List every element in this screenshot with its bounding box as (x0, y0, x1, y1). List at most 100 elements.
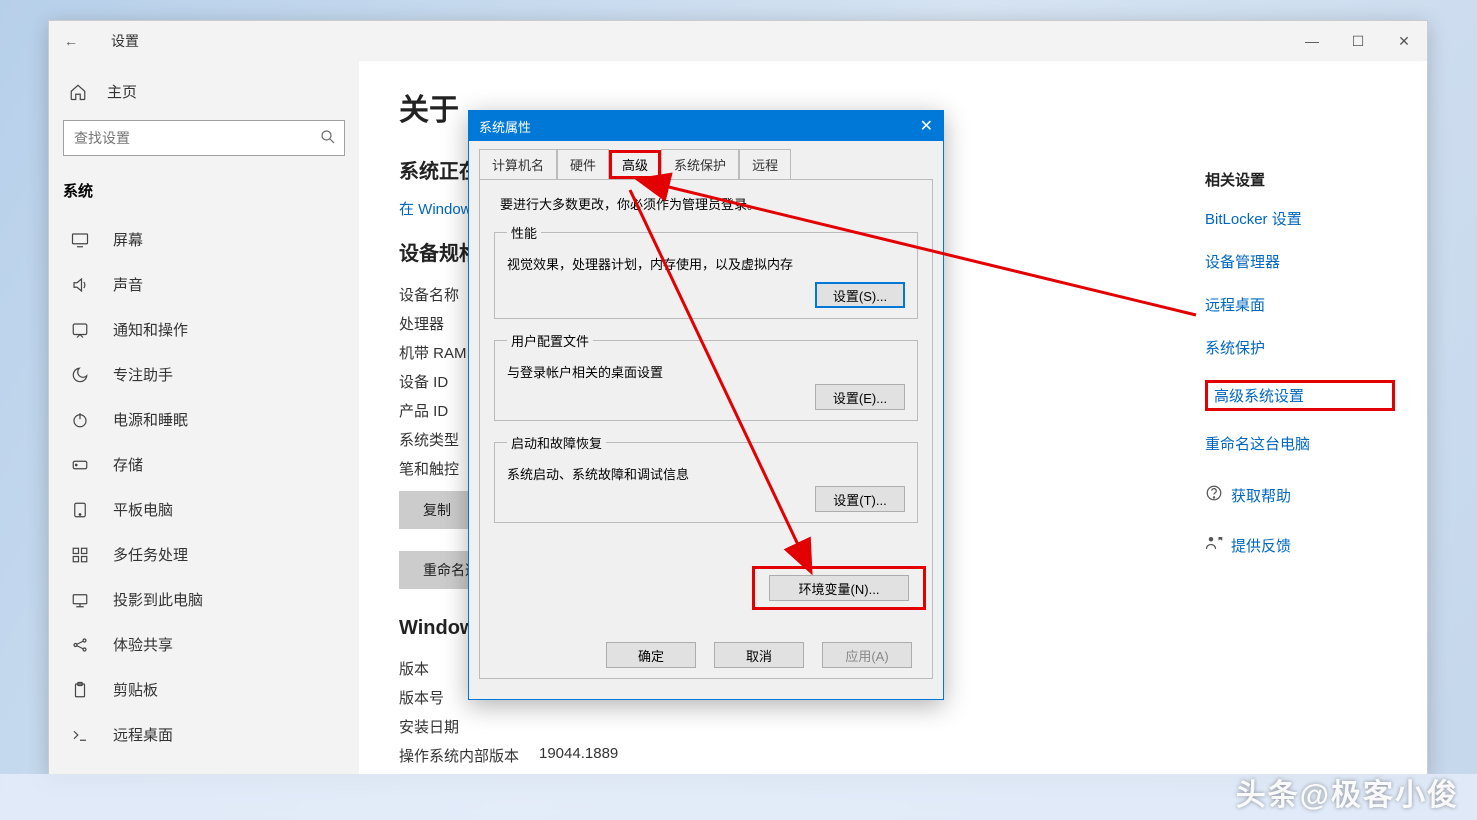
sidebar-item-label: 剪贴板 (113, 679, 158, 700)
related-action-label: 提供反馈 (1231, 535, 1291, 556)
related-link-4[interactable]: 高级系统设置 (1205, 380, 1395, 411)
sidebar-item-label: 屏幕 (113, 229, 143, 250)
dialog-title: 系统属性 (479, 117, 531, 136)
feedback-icon (1205, 534, 1231, 556)
env-vars-highlight: 环境变量(N)... (752, 566, 926, 610)
close-button[interactable]: ✕ (1381, 21, 1427, 61)
maximize-button[interactable]: ☐ (1335, 21, 1381, 61)
help-icon (1205, 484, 1231, 506)
watermark: 头条@极客小俊 (1236, 770, 1459, 814)
dialog-titlebar: 系统属性 ✕ (469, 111, 943, 141)
sidebar-item-6[interactable]: 平板电脑 (49, 487, 359, 532)
related-settings: 相关设置 BitLocker 设置设备管理器远程桌面系统保护高级系统设置重命名这… (1205, 169, 1395, 556)
remote-icon (69, 725, 91, 745)
sidebar-item-5[interactable]: 存储 (49, 442, 359, 487)
env-vars-button[interactable]: 环境变量(N)... (769, 575, 909, 601)
group-settings-button[interactable]: 设置(E)... (815, 384, 905, 410)
sidebar-item-7[interactable]: 多任务处理 (49, 532, 359, 577)
group-desc: 系统启动、系统故障和调试信息 (507, 464, 905, 483)
search-icon (319, 128, 337, 151)
group-desc: 与登录帐户相关的桌面设置 (507, 362, 905, 381)
display-icon (69, 230, 91, 250)
clipboard-icon (69, 680, 91, 700)
related-link-5[interactable]: 重命名这台电脑 (1205, 433, 1395, 454)
sidebar-item-0[interactable]: 屏幕 (49, 217, 359, 262)
tablet-icon (69, 500, 91, 520)
section-header: 系统 (49, 174, 359, 217)
search-input[interactable] (63, 120, 345, 156)
dialog-close-icon[interactable]: ✕ (920, 116, 933, 136)
copy-button[interactable]: 复制 (399, 491, 475, 529)
share-icon (69, 635, 91, 655)
home-link[interactable]: 主页 (49, 71, 359, 120)
tab-0[interactable]: 计算机名 (479, 149, 557, 179)
tab-advanced-highlight[interactable]: 高级 (609, 150, 661, 179)
storage-icon (69, 455, 91, 475)
home-icon (69, 83, 87, 101)
sidebar-item-9[interactable]: 体验共享 (49, 622, 359, 667)
sidebar-item-2[interactable]: 通知和操作 (49, 307, 359, 352)
related-link-2[interactable]: 远程桌面 (1205, 294, 1395, 315)
settings-sidebar: 主页 系统 屏幕声音通知和操作专注助手电源和睡眠存储平板电脑多任务处理投影到此电… (49, 61, 359, 774)
sidebar-item-label: 通知和操作 (113, 319, 188, 340)
sidebar-item-4[interactable]: 电源和睡眠 (49, 397, 359, 442)
minimize-button[interactable]: — (1289, 21, 1335, 61)
group-1: 用户配置文件与登录帐户相关的桌面设置设置(E)... (494, 331, 918, 421)
sidebar-item-11[interactable]: 远程桌面 (49, 712, 359, 757)
sidebar-item-label: 声音 (113, 274, 143, 295)
sidebar-item-label: 专注助手 (113, 364, 173, 385)
winspec-key: 操作系统内部版本 (399, 745, 539, 766)
back-icon[interactable]: ← (61, 33, 81, 49)
group-legend: 用户配置文件 (507, 331, 593, 350)
related-header: 相关设置 (1205, 169, 1395, 190)
cancel-button[interactable]: 取消 (714, 642, 804, 668)
project-icon (69, 590, 91, 610)
settings-titlebar: ← 设置 — ☐ ✕ (49, 21, 1427, 61)
group-2: 启动和故障恢复系统启动、系统故障和调试信息设置(T)... (494, 433, 918, 523)
group-desc: 视觉效果，处理器计划，内存使用，以及虚拟内存 (507, 254, 905, 273)
tab-1[interactable]: 硬件 (557, 149, 609, 179)
related-link-3[interactable]: 系统保护 (1205, 337, 1395, 358)
group-legend: 启动和故障恢复 (507, 433, 606, 452)
sidebar-item-label: 电源和睡眠 (113, 409, 188, 430)
sidebar-item-10[interactable]: 剪贴板 (49, 667, 359, 712)
sidebar-item-label: 多任务处理 (113, 544, 188, 565)
sidebar-item-label: 平板电脑 (113, 499, 173, 520)
sidebar-item-8[interactable]: 投影到此电脑 (49, 577, 359, 622)
related-action-0[interactable]: 获取帮助 (1205, 484, 1395, 506)
sidebar-item-1[interactable]: 声音 (49, 262, 359, 307)
group-settings-button[interactable]: 设置(T)... (815, 486, 905, 512)
winspec-value (539, 716, 1387, 737)
group-0: 性能视觉效果，处理器计划，内存使用，以及虚拟内存设置(S)... (494, 223, 918, 319)
winspec-value: 19044.1889 (539, 745, 1387, 766)
group-legend: 性能 (507, 223, 541, 242)
moon-icon (69, 365, 91, 385)
winspec-key: 安装日期 (399, 716, 539, 737)
dialog-footer: 确定 取消 应用(A) (480, 642, 932, 668)
notification-icon (69, 320, 91, 340)
search-input-wrap (63, 120, 345, 156)
tab-3[interactable]: 系统保护 (661, 149, 739, 179)
admin-note: 要进行大多数更改，你必须作为管理员登录。 (500, 194, 918, 213)
tab-4[interactable]: 远程 (739, 149, 791, 179)
sidebar-item-label: 投影到此电脑 (113, 589, 203, 610)
tab-label: 高级 (622, 158, 648, 173)
related-link-1[interactable]: 设备管理器 (1205, 251, 1395, 272)
sidebar-item-label: 体验共享 (113, 634, 173, 655)
winspec-row: 安装日期 (399, 712, 1387, 741)
system-properties-dialog: 系统属性 ✕ 计算机名硬件高级系统保护远程 要进行大多数更改，你必须作为管理员登… (468, 110, 944, 700)
related-action-1[interactable]: 提供反馈 (1205, 534, 1395, 556)
sidebar-item-label: 存储 (113, 454, 143, 475)
winspec-row: 操作系统内部版本19044.1889 (399, 741, 1387, 770)
dialog-tabs: 计算机名硬件高级系统保护远程 (479, 149, 933, 179)
ok-button[interactable]: 确定 (606, 642, 696, 668)
apply-button[interactable]: 应用(A) (822, 642, 912, 668)
sidebar-item-3[interactable]: 专注助手 (49, 352, 359, 397)
settings-title: 设置 (111, 31, 139, 51)
related-action-label: 获取帮助 (1231, 485, 1291, 506)
related-link-0[interactable]: BitLocker 设置 (1205, 208, 1395, 229)
sound-icon (69, 275, 91, 295)
group-settings-button[interactable]: 设置(S)... (815, 282, 905, 308)
tab-page-advanced: 要进行大多数更改，你必须作为管理员登录。 性能视觉效果，处理器计划，内存使用，以… (479, 179, 933, 679)
multitask-icon (69, 545, 91, 565)
